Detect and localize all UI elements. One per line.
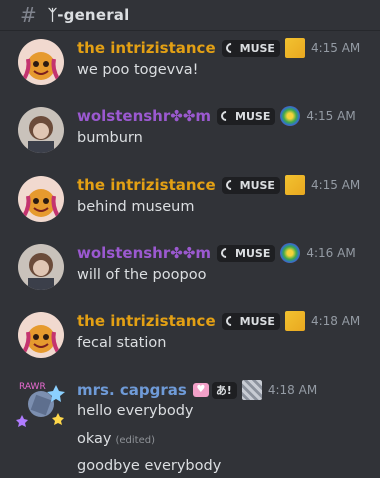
message: wolstenshr✤✤m MUSE 4:15 AM bumburn (0, 104, 380, 164)
role-icon[interactable] (280, 243, 301, 263)
guild-tag[interactable]: MUSE (217, 244, 276, 262)
role-icon[interactable] (280, 106, 301, 126)
hash-icon: # (20, 3, 37, 27)
avatar[interactable] (18, 176, 64, 222)
channel-name: ᛉ-general (48, 6, 130, 24)
message: the intrizistance MUSE 4:15 AM we poo to… (0, 36, 380, 96)
guild-tag[interactable]: MUSE (221, 176, 280, 194)
username[interactable]: the intrizistance (77, 312, 216, 330)
guild-tag[interactable]: MUSE (221, 39, 280, 57)
role-icon[interactable] (284, 311, 305, 331)
message-text: okay (edited) (77, 431, 155, 447)
timestamp: 4:18 AM (310, 314, 361, 328)
edited-label: (edited) (115, 435, 155, 446)
guild-tag[interactable]: あ! (211, 381, 237, 399)
username[interactable]: mrs. capgras (77, 381, 187, 399)
avatar[interactable] (18, 312, 64, 358)
channel-header: # ᛉ-general (0, 0, 380, 31)
username[interactable]: wolstenshr✤✤m (77, 244, 211, 262)
message-text: we poo togevva! (77, 62, 199, 78)
guild-tag[interactable]: MUSE (217, 107, 276, 125)
username[interactable]: wolstenshr✤✤m (77, 107, 211, 125)
svg-text:RAWR: RAWR (19, 382, 46, 392)
message-text: bumburn (77, 130, 143, 146)
moon-icon (223, 40, 238, 56)
message-text: hello everybody (77, 403, 194, 419)
message: the intrizistance MUSE 4:18 AM fecal sta… (0, 309, 380, 369)
role-icon[interactable] (241, 380, 262, 400)
message: the intrizistance MUSE 4:15 AM behind mu… (0, 173, 380, 233)
guild-tag[interactable]: MUSE (221, 312, 280, 330)
message-text: fecal station (77, 335, 167, 351)
role-icon[interactable] (284, 38, 305, 58)
avatar[interactable] (18, 107, 64, 153)
timestamp: 4:16 AM (306, 246, 356, 260)
heart-icon: ♥ (192, 383, 209, 397)
username[interactable]: the intrizistance (77, 176, 216, 194)
moon-icon (218, 108, 234, 124)
moon-icon (218, 245, 234, 261)
message-text: will of the poopoo (77, 267, 207, 283)
timestamp: 4:15 AM (306, 109, 356, 123)
avatar[interactable] (18, 39, 64, 85)
avatar[interactable]: RAWR (16, 377, 66, 427)
moon-icon (223, 313, 238, 329)
message-text: behind museum (77, 199, 195, 215)
message: RAWR mrs. capgras ♥ あ! 4:18 AM hello eve… (0, 377, 380, 478)
message: wolstenshr✤✤m MUSE 4:16 AM will of the p… (0, 241, 380, 301)
timestamp: 4:18 AM (267, 383, 318, 397)
username[interactable]: the intrizistance (77, 39, 216, 57)
role-icon[interactable] (284, 175, 305, 195)
timestamp: 4:15 AM (310, 41, 361, 55)
timestamp: 4:15 AM (310, 178, 361, 192)
message-text: goodbye everybody (77, 458, 222, 474)
avatar[interactable] (18, 244, 64, 290)
moon-icon (223, 177, 238, 193)
